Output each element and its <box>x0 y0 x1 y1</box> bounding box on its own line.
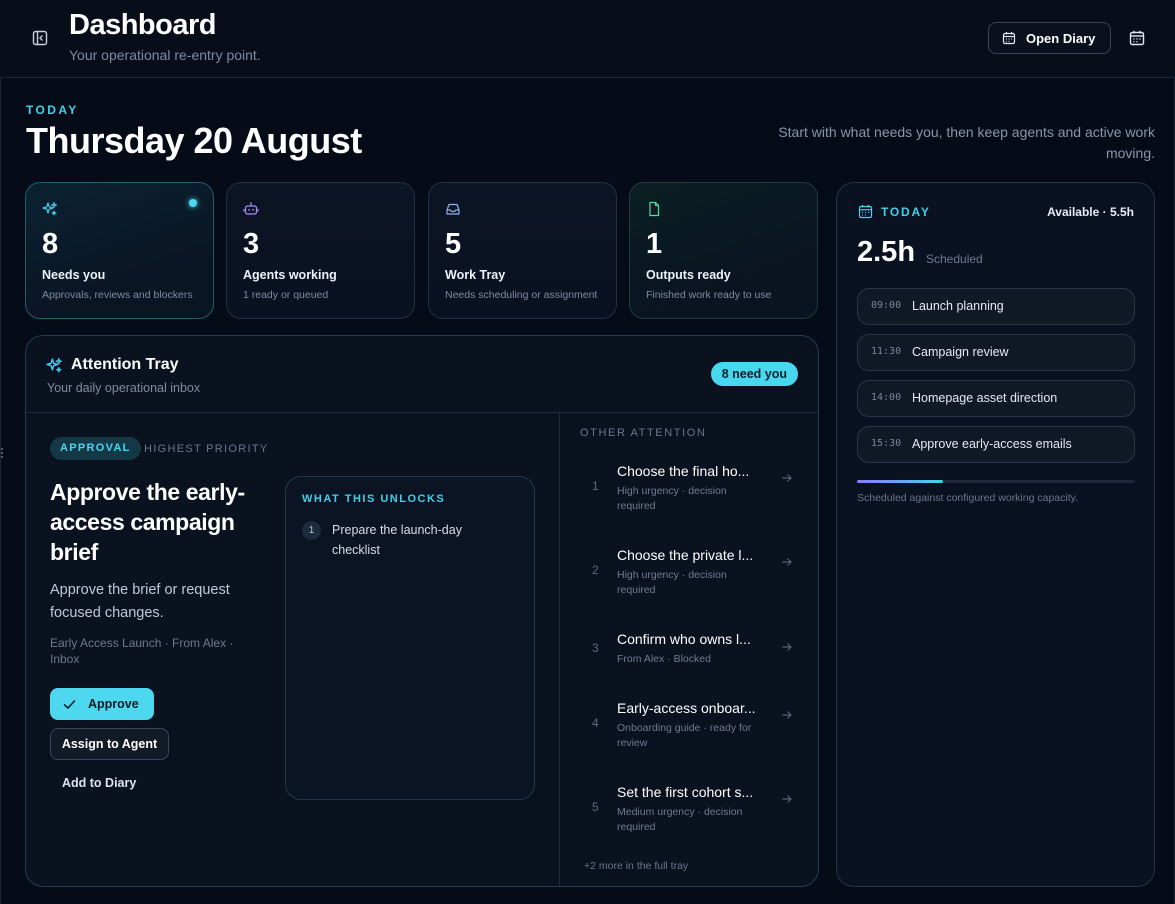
today-schedule-panel: TODAY Available · 5.5h 2.5h Scheduled 09… <box>836 182 1155 887</box>
sidebar-collapse-icon[interactable] <box>31 29 49 47</box>
scheduled-hours: 2.5h <box>857 236 916 268</box>
slot-title: Launch planning <box>912 299 1004 313</box>
open-diary-label: Open Diary <box>1026 30 1096 46</box>
slot-title: Approve early-access emails <box>912 437 1072 451</box>
list-item-title: Choose the final ho... <box>617 463 750 479</box>
stat-count: 1 <box>646 228 663 260</box>
check-icon <box>63 699 76 709</box>
schedule-kicker: TODAY <box>881 205 931 219</box>
inbox-icon <box>446 203 460 215</box>
slot-time: 09:00 <box>871 300 902 311</box>
stat-description: Finished work ready to use <box>646 289 772 301</box>
list-item-title: Set the first cohort s... <box>617 784 754 800</box>
date-heading: Thursday 20 August <box>26 120 362 161</box>
drag-handle-icon[interactable] <box>0 446 4 460</box>
focus-item-description: Approve the brief or request focused cha… <box>50 582 230 621</box>
more-in-tray-link[interactable]: +2 more in the full tray <box>584 860 688 872</box>
approve-label: Approve <box>88 697 139 711</box>
stat-card-work-tray[interactable]: 5 Work Tray Needs scheduling or assignme… <box>428 182 617 319</box>
list-item-meta: Medium urgency · decision required <box>617 806 743 833</box>
tray-subtitle: Your daily operational inbox <box>47 381 201 395</box>
focus-item-meta: Early Access Launch · From Alex · Inbox <box>50 636 234 666</box>
stat-label: Agents working <box>243 268 337 282</box>
calendar-icon <box>1002 32 1016 45</box>
schedule-slot[interactable]: 15:30 Approve early-access emails <box>857 426 1135 463</box>
arrow-right-icon <box>782 711 792 719</box>
sparkles-icon <box>46 358 62 373</box>
list-item-title: Confirm who owns l... <box>617 631 751 647</box>
list-item-number: 1 <box>592 479 599 493</box>
intro-text: Start with what needs you, then keep age… <box>778 124 1155 161</box>
list-item-title: Choose the private l... <box>617 547 754 563</box>
arrow-right-icon <box>782 795 792 803</box>
slot-time: 14:00 <box>871 392 902 403</box>
add-to-diary-button[interactable]: Add to Diary <box>62 776 136 790</box>
focus-item-title: Approve the early-access campaign brief <box>50 479 245 565</box>
slot-time: 15:30 <box>871 438 902 449</box>
list-item-title: Early-access onboar... <box>617 700 756 716</box>
stat-description: 1 ready or queued <box>243 289 329 301</box>
top-bar: Dashboard Your operational re-entry poin… <box>0 0 1175 78</box>
approve-button[interactable]: Approve <box>50 688 154 720</box>
tray-header: Attention Tray Your daily operational in… <box>26 336 818 413</box>
arrow-right-icon <box>782 558 792 566</box>
today-kicker: TODAY <box>26 103 79 117</box>
list-item-number: 4 <box>592 716 599 730</box>
schedule-slot[interactable]: 11:30 Campaign review <box>857 334 1135 371</box>
unlock-text: Prepare the launch-day checklist <box>332 523 462 557</box>
scheduled-label: Scheduled <box>926 252 983 266</box>
capacity-note: Scheduled against configured working cap… <box>857 492 1079 504</box>
tray-title: Attention Tray <box>71 356 179 373</box>
list-item-meta: Onboarding guide · ready for review <box>617 722 752 749</box>
stat-card-agents-working[interactable]: 3 Agents working 1 ready or queued <box>226 182 415 319</box>
other-attention-kicker: OTHER ATTENTION <box>580 427 707 439</box>
attention-tray: Attention Tray Your daily operational in… <box>25 335 819 887</box>
unlocks-kicker: WHAT THIS UNLOCKS <box>302 493 446 505</box>
stat-description: Approvals, reviews and blockers <box>42 289 193 301</box>
capacity-bar-fill <box>857 480 944 483</box>
stat-card-needs-you[interactable]: 8 Needs you Approvals, reviews and block… <box>25 182 214 319</box>
schedule-slot[interactable]: 09:00 Launch planning <box>857 288 1135 325</box>
stat-description: Needs scheduling or assignment <box>445 289 598 301</box>
slot-title: Homepage asset direction <box>912 391 1058 405</box>
page-subtitle: Your operational re-entry point. <box>69 47 261 63</box>
list-item-meta: From Alex · Blocked <box>617 653 711 665</box>
other-attention: OTHER ATTENTION 1 Choose the final ho...… <box>559 413 818 886</box>
list-item-meta: High urgency · decision required <box>617 485 727 512</box>
capacity-bar <box>857 480 1135 483</box>
list-item-meta: High urgency · decision required <box>617 569 727 596</box>
calendar-icon <box>858 205 873 219</box>
available-hours: Available · 5.5h <box>1047 205 1134 219</box>
stat-card-outputs-ready[interactable]: 1 Outputs ready Finished work ready to u… <box>629 182 818 319</box>
unlock-number: 1 <box>302 521 321 540</box>
page-title: Dashboard <box>69 9 216 41</box>
file-icon <box>649 201 660 217</box>
open-diary-button[interactable]: Open Diary <box>988 22 1111 54</box>
approval-tag: APPROVAL <box>50 437 141 460</box>
stat-label: Work Tray <box>445 268 506 282</box>
assign-to-agent-button[interactable]: Assign to Agent <box>50 728 169 760</box>
stat-count: 8 <box>42 228 59 260</box>
list-item-number: 3 <box>592 641 599 655</box>
calendar-toggle-icon[interactable] <box>1128 29 1146 47</box>
slot-time: 11:30 <box>871 346 902 357</box>
sparkles-icon <box>42 202 57 216</box>
stat-count: 3 <box>243 228 260 260</box>
need-you-badge: 8 need you <box>710 362 798 386</box>
stat-label: Outputs ready <box>646 268 731 282</box>
attention-dot <box>189 199 197 207</box>
list-item-number: 5 <box>592 800 599 814</box>
slot-title: Campaign review <box>912 345 1009 359</box>
stat-label: Needs you <box>42 268 106 282</box>
bot-icon <box>243 202 259 215</box>
unlocks-panel: WHAT THIS UNLOCKS 1 Prepare the launch-d… <box>285 476 535 800</box>
arrow-right-icon <box>782 643 792 651</box>
stat-count: 5 <box>445 228 462 260</box>
focus-item: APPROVAL HIGHEST PRIORITY Approve the ea… <box>26 413 559 886</box>
priority-tag: HIGHEST PRIORITY <box>144 443 269 455</box>
list-item-number: 2 <box>592 563 599 577</box>
schedule-slot[interactable]: 14:00 Homepage asset direction <box>857 380 1135 417</box>
arrow-right-icon <box>782 474 792 482</box>
